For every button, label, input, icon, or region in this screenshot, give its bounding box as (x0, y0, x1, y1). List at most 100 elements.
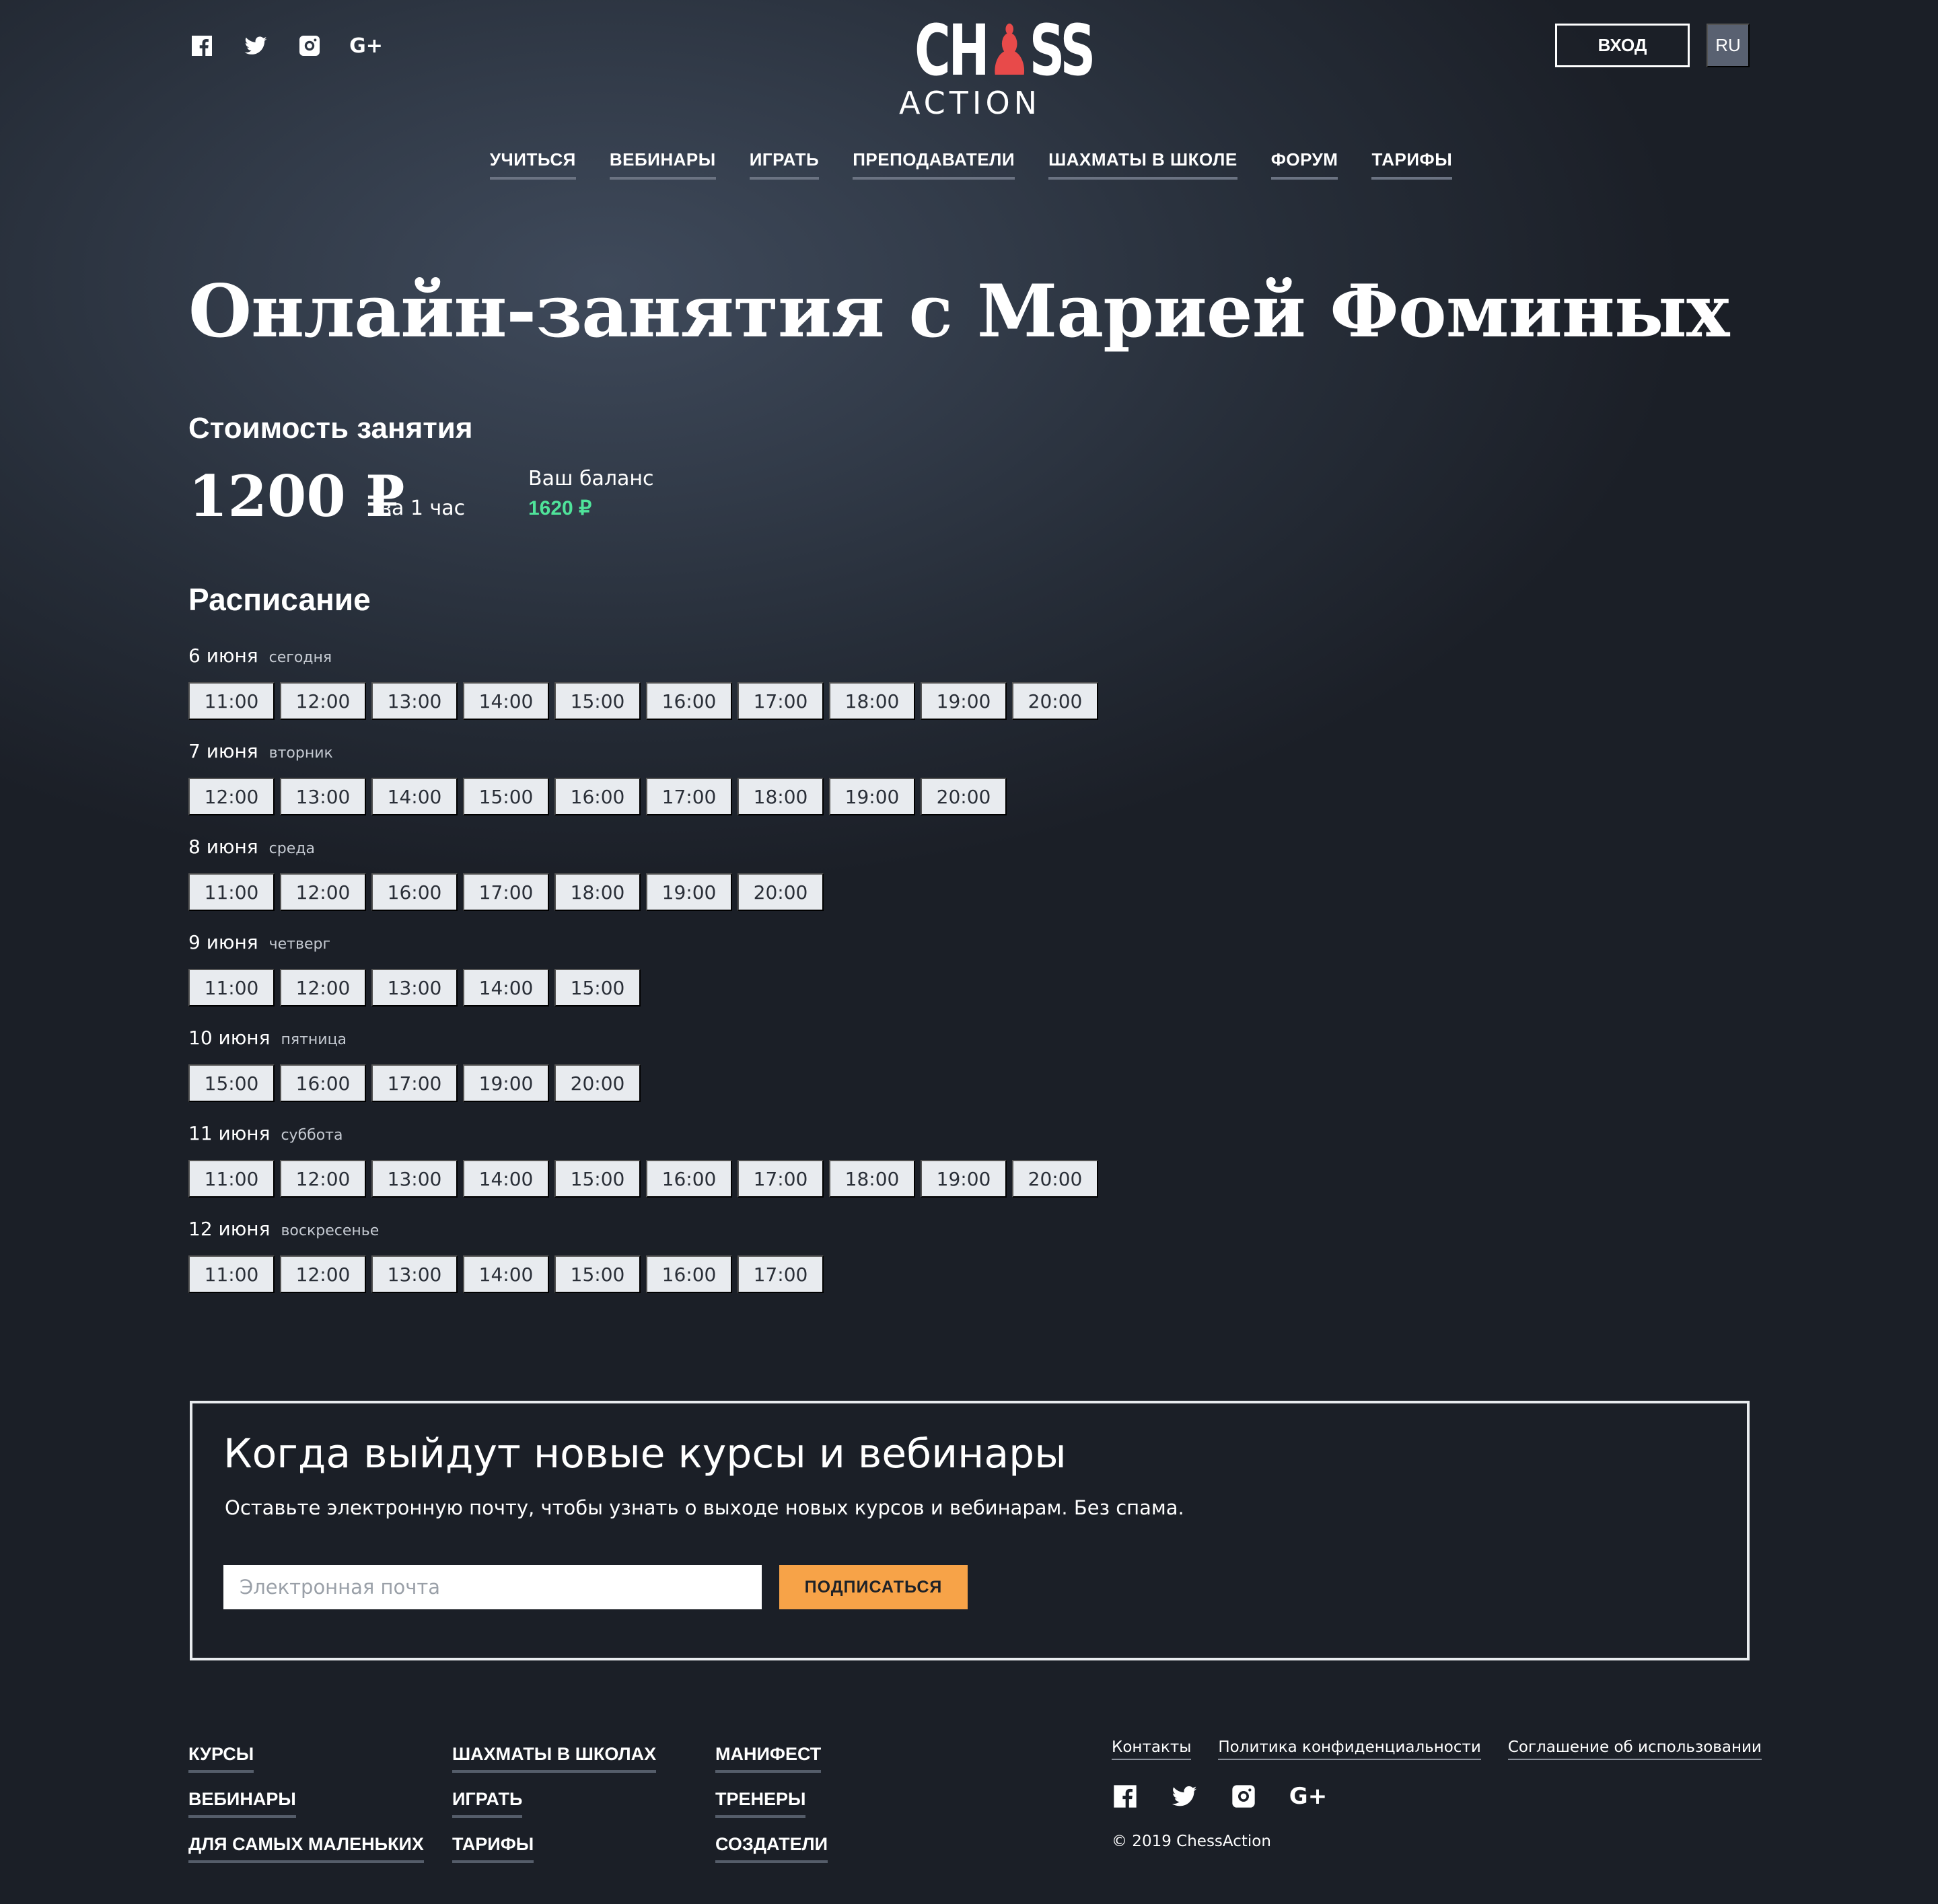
day-date: 11 июня (188, 1122, 271, 1144)
time-slot-button[interactable]: 17:00 (371, 1064, 458, 1102)
facebook-icon[interactable] (188, 32, 215, 59)
time-slot-button[interactable]: 16:00 (646, 682, 732, 720)
time-slot-button[interactable]: 14:00 (463, 1255, 549, 1293)
footer-link-coaches[interactable]: ТРЕНЕРЫ (715, 1789, 806, 1818)
time-slot-button[interactable]: 12:00 (280, 1160, 366, 1198)
page-title: Онлайн-занятия с Марией Фоминых (188, 269, 1729, 354)
day-weekday: воскресенье (281, 1222, 380, 1239)
time-slots: 12:00 13:00 14:00 15:00 16:00 17:00 18:00 19:00… (188, 778, 1400, 815)
instagram-icon[interactable] (296, 32, 323, 59)
google-plus-icon[interactable]: G+ (1289, 1783, 1327, 1810)
time-slot-button[interactable]: 13:00 (371, 1160, 458, 1198)
footer-link-kids[interactable]: ДЛЯ САМЫХ МАЛЕНЬКИХ (188, 1834, 424, 1863)
nav-item-forum[interactable]: ФОРУМ (1270, 149, 1338, 180)
time-slot-button[interactable]: 17:00 (463, 873, 549, 911)
time-slot-button[interactable]: 13:00 (371, 969, 458, 1006)
facebook-icon[interactable] (1112, 1783, 1139, 1810)
instagram-icon[interactable] (1230, 1783, 1257, 1810)
time-slot-button[interactable]: 20:00 (554, 1064, 641, 1102)
time-slots: 15:00 16:00 17:00 19:00 20:00 (188, 1064, 1400, 1102)
time-slot-button[interactable]: 11:00 (188, 873, 275, 911)
time-slot-button[interactable]: 20:00 (921, 778, 1007, 815)
footer-link-pricing[interactable]: ТАРИФЫ (452, 1834, 534, 1863)
time-slot-button[interactable]: 16:00 (280, 1064, 366, 1102)
footer-link-webinars[interactable]: ВЕБИНАРЫ (188, 1789, 296, 1818)
day-weekday: среда (268, 840, 315, 857)
time-slot-button[interactable]: 12:00 (188, 778, 275, 815)
time-slot-button[interactable]: 11:00 (188, 1255, 275, 1293)
footer-link-courses[interactable]: КУРСЫ (188, 1744, 254, 1773)
nav-item-webinars[interactable]: ВЕБИНАРЫ (609, 149, 716, 180)
time-slot-button[interactable]: 14:00 (463, 969, 549, 1006)
time-slot-button[interactable]: 18:00 (829, 682, 915, 720)
day-header: 9 июня четверг (188, 931, 1400, 969)
balance-label: Ваш баланс (528, 467, 654, 490)
time-slot-button[interactable]: 20:00 (1012, 1160, 1098, 1198)
time-slot-button[interactable]: 15:00 (554, 1255, 641, 1293)
subscribe-button[interactable]: ПОДПИСАТЬСЯ (779, 1565, 968, 1609)
time-slot-button[interactable]: 19:00 (921, 682, 1007, 720)
nav-item-teachers[interactable]: ПРЕПОДАВАТЕЛИ (853, 149, 1015, 180)
nav-item-pricing[interactable]: ТАРИФЫ (1371, 149, 1453, 180)
balance-value: 1620 ₽ (528, 497, 592, 519)
time-slot-button[interactable]: 20:00 (1012, 682, 1098, 720)
time-slot-button[interactable]: 11:00 (188, 682, 275, 720)
time-slot-button[interactable]: 14:00 (463, 682, 549, 720)
footer-link-manifesto[interactable]: МАНИФЕСТ (715, 1744, 822, 1773)
page: G+ CH♟SS ACTION ВХОД RU УЧИТЬСЯ ВЕБИНАРЫ… (0, 0, 1938, 1904)
nav-item-play[interactable]: ИГРАТЬ (749, 149, 820, 180)
time-slot-button[interactable]: 15:00 (188, 1064, 275, 1102)
time-slot-button[interactable]: 18:00 (554, 873, 641, 911)
time-slot-button[interactable]: 18:00 (829, 1160, 915, 1198)
time-slot-button[interactable]: 16:00 (554, 778, 641, 815)
footer-link-schools[interactable]: ШАХМАТЫ В ШКОЛАХ (452, 1744, 657, 1773)
time-slot-button[interactable]: 13:00 (280, 778, 366, 815)
time-slot-button[interactable]: 17:00 (738, 1255, 824, 1293)
time-slot-button[interactable]: 13:00 (371, 682, 458, 720)
footer-column-3: МАНИФЕСТ ТРЕНЕРЫ СОЗДАТЕЛИ (715, 1744, 828, 1863)
time-slot-button[interactable]: 12:00 (280, 1255, 366, 1293)
time-slot-button[interactable]: 16:00 (371, 873, 458, 911)
time-slot-button[interactable]: 15:00 (554, 682, 641, 720)
nav-item-learn[interactable]: УЧИТЬСЯ (489, 149, 576, 180)
footer-link-play[interactable]: ИГРАТЬ (452, 1789, 523, 1818)
day-weekday: вторник (268, 745, 333, 762)
time-slot-button[interactable]: 19:00 (463, 1064, 549, 1102)
twitter-icon[interactable] (242, 32, 269, 59)
footer-link-terms[interactable]: Соглашение об использовании (1507, 1738, 1762, 1760)
time-slot-button[interactable]: 17:00 (646, 778, 732, 815)
day-header: 10 июня пятница (188, 1027, 1400, 1064)
time-slot-button[interactable]: 16:00 (646, 1255, 732, 1293)
time-slot-button[interactable]: 20:00 (738, 873, 824, 911)
login-button[interactable]: ВХОД (1555, 24, 1690, 67)
time-slot-button[interactable]: 18:00 (738, 778, 824, 815)
time-slot-button[interactable]: 12:00 (280, 873, 366, 911)
day-header: 8 июня среда (188, 836, 1400, 873)
time-slot-button[interactable]: 15:00 (554, 1160, 641, 1198)
time-slot-button[interactable]: 15:00 (554, 969, 641, 1006)
logo[interactable]: CH♟SS ACTION (899, 13, 1096, 120)
time-slot-button[interactable]: 16:00 (646, 1160, 732, 1198)
nav-item-school-chess[interactable]: ШАХМАТЫ В ШКОЛЕ (1048, 149, 1237, 180)
language-button[interactable]: RU (1707, 24, 1750, 67)
footer-link-creators[interactable]: СОЗДАТЕЛИ (715, 1834, 828, 1863)
time-slot-button[interactable]: 14:00 (371, 778, 458, 815)
time-slot-button[interactable]: 15:00 (463, 778, 549, 815)
time-slot-button[interactable]: 19:00 (646, 873, 732, 911)
time-slot-button[interactable]: 19:00 (829, 778, 915, 815)
day-weekday: четверг (268, 936, 331, 953)
time-slot-button[interactable]: 17:00 (738, 1160, 824, 1198)
time-slot-button[interactable]: 11:00 (188, 1160, 275, 1198)
time-slot-button[interactable]: 13:00 (371, 1255, 458, 1293)
email-input[interactable] (223, 1565, 762, 1609)
footer-link-contacts[interactable]: Контакты (1112, 1738, 1192, 1760)
time-slot-button[interactable]: 14:00 (463, 1160, 549, 1198)
footer-link-privacy[interactable]: Политика конфиденциальности (1218, 1738, 1481, 1760)
twitter-icon[interactable] (1171, 1783, 1198, 1810)
time-slot-button[interactable]: 12:00 (280, 969, 366, 1006)
time-slot-button[interactable]: 19:00 (921, 1160, 1007, 1198)
time-slot-button[interactable]: 17:00 (738, 682, 824, 720)
time-slot-button[interactable]: 12:00 (280, 682, 366, 720)
google-plus-icon[interactable]: G+ (349, 32, 383, 59)
time-slot-button[interactable]: 11:00 (188, 969, 275, 1006)
